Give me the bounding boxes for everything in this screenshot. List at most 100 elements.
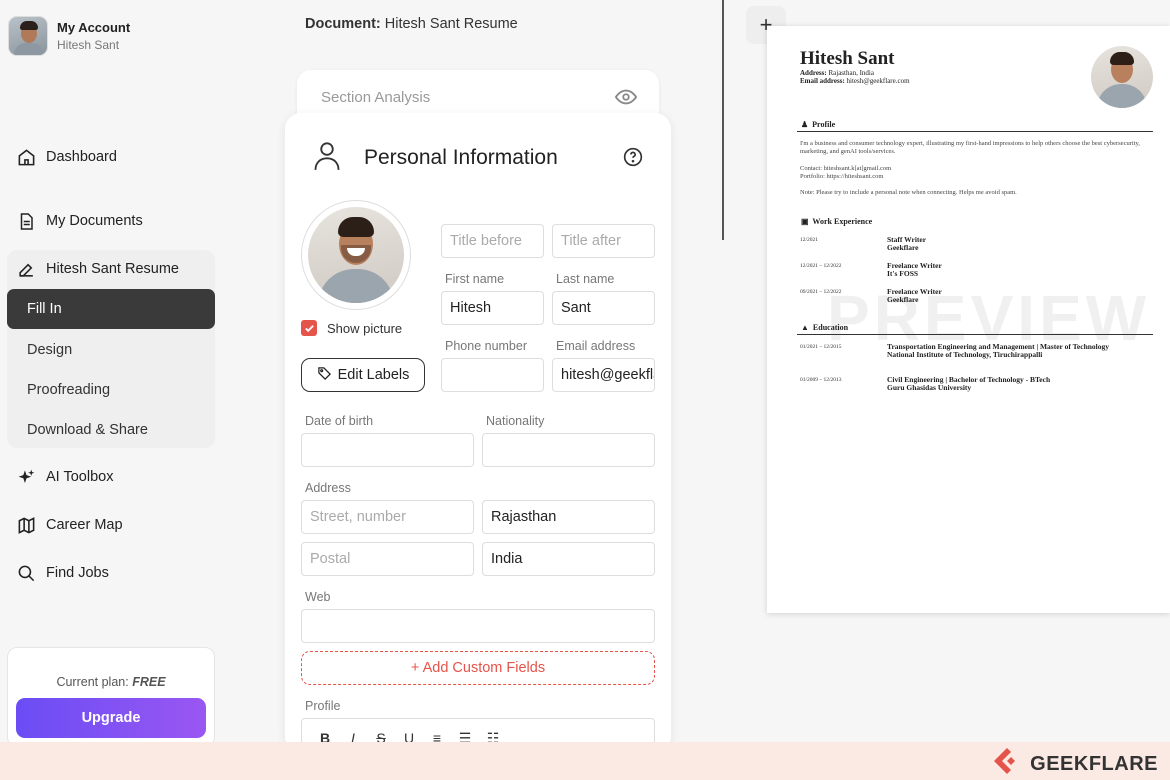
title-after-input[interactable]: Title after	[552, 224, 655, 258]
title-before-input[interactable]: Title before	[441, 224, 544, 258]
nav-design[interactable]: Design	[7, 330, 215, 370]
preview-name: Hitesh Sant	[800, 48, 895, 69]
web-input[interactable]	[301, 609, 655, 643]
graduation-cap-icon: ▲	[801, 323, 809, 332]
upgrade-button[interactable]: Upgrade	[16, 698, 206, 738]
preview-address-label: Address:	[800, 69, 827, 77]
preview-work-date: 12/2021	[800, 237, 819, 243]
nationality-input[interactable]	[482, 433, 655, 467]
preview-edu-date: 01/2009 – 12/2013	[800, 377, 842, 383]
email-label: Email address	[556, 339, 636, 353]
preview-email-label: Email address:	[800, 77, 845, 85]
dob-input[interactable]	[301, 433, 474, 467]
nav-find-jobs-label: Find Jobs	[46, 565, 109, 581]
preview-contact: Contact: hiteshsant.k[at]gmail.com	[800, 165, 892, 172]
preview-work-role: Freelance Writer It's FOSS	[887, 262, 1137, 278]
nationality-label: Nationality	[486, 414, 545, 428]
last-name-input[interactable]: Sant	[552, 291, 655, 325]
nav-dashboard-label: Dashboard	[46, 149, 117, 165]
nav-resume[interactable]: Hitesh Sant Resume	[16, 259, 179, 279]
preview-work-date: 09/2021 – 12/2022	[800, 289, 842, 295]
nav-resume-label: Hitesh Sant Resume	[46, 261, 179, 277]
profile-label: Profile	[305, 699, 341, 713]
preview-work-role: Freelance Writer Geekflare	[887, 288, 1137, 304]
nav-dashboard[interactable]: Dashboard	[16, 147, 117, 167]
preview-edu-school: Guru Ghasidas University	[887, 383, 972, 392]
preview-profile-text: I'm a business and consumer technology e…	[800, 140, 1140, 155]
nav-career-map[interactable]: Career Map	[16, 515, 123, 535]
document-icon	[16, 211, 36, 231]
preview-profile-heading: ♟ Profile	[797, 120, 1153, 132]
nav-ai-toolbox-label: AI Toolbox	[46, 469, 114, 485]
nav-proofreading[interactable]: Proofreading	[7, 370, 215, 410]
person-icon: ♟	[801, 120, 809, 129]
home-icon	[16, 147, 36, 167]
account-user: Hitesh Sant	[57, 38, 120, 52]
street-input[interactable]: Street, number	[301, 500, 474, 534]
postal-input[interactable]: Postal	[301, 542, 474, 576]
show-picture-toggle[interactable]: Show picture	[301, 320, 402, 336]
email-input[interactable]: hitesh@geekflare.com	[552, 358, 655, 392]
preview-edu-school: National Institute of Technology, Tiruch…	[887, 350, 1043, 359]
card-title: Personal Information	[364, 146, 558, 169]
help-icon[interactable]	[623, 147, 643, 172]
bottom-bar: GEEKFLARE	[0, 742, 1170, 780]
plan-label: Current plan:	[56, 675, 129, 689]
profile-photo[interactable]	[301, 200, 411, 310]
checkbox-checked[interactable]	[301, 320, 317, 336]
nav-career-map-label: Career Map	[46, 517, 123, 533]
current-plan: Current plan: FREE	[8, 675, 214, 689]
nav-ai-toolbox[interactable]: AI Toolbox	[16, 467, 113, 487]
first-name-input[interactable]: Hitesh	[441, 291, 544, 325]
preview-profile-heading-text: Profile	[812, 120, 836, 129]
add-custom-fields-button[interactable]: + Add Custom Fields	[301, 651, 655, 685]
document-name: Hitesh Sant Resume	[384, 16, 518, 32]
preview-email: Email address: hitesh@geekflare.com	[800, 77, 910, 85]
address-label: Address	[305, 481, 351, 495]
show-picture-label: Show picture	[327, 320, 403, 336]
nav-download-share[interactable]: Download & Share	[7, 410, 215, 450]
edit-labels-label: Edit Labels	[337, 367, 410, 383]
section-analysis-label: Section Analysis	[321, 89, 431, 106]
map-icon	[16, 515, 36, 535]
geekflare-logo-icon	[992, 746, 1022, 780]
preview-portfolio: Portfolio: https://hiteshsant.com	[800, 173, 884, 180]
account-title: My Account	[57, 20, 131, 35]
search-icon	[16, 563, 36, 583]
preview-work-org: Geekflare	[887, 295, 919, 304]
preview-education-heading: ▲ Education	[797, 323, 1153, 335]
country-input[interactable]: India	[482, 542, 655, 576]
preview-work-heading-text: Work Experience	[812, 217, 873, 226]
preview-edu-date: 01/2021 – 12/2015	[800, 344, 842, 350]
brand-name: GEEKFLARE	[1030, 752, 1158, 775]
sidebar: My Account Hitesh Sant Dashboard My Docu…	[0, 0, 225, 747]
panel-divider[interactable]	[722, 0, 724, 240]
brand-logo: GEEKFLARE	[992, 746, 1158, 780]
nav-fill-in[interactable]: Fill In	[7, 289, 215, 329]
nav-find-jobs[interactable]: Find Jobs	[16, 563, 109, 583]
document-title: Document: Hitesh Sant Resume	[305, 16, 518, 32]
nav-my-documents[interactable]: My Documents	[16, 211, 143, 231]
preview-note: Note: Please try to include a personal n…	[800, 189, 1017, 196]
edit-icon	[16, 259, 36, 279]
preview-work-role-title: Freelance Writer	[887, 287, 942, 296]
sparkle-icon	[16, 467, 36, 487]
preview-photo	[1091, 46, 1153, 108]
preview-work-role: Staff Writer Geekflare	[887, 236, 1137, 252]
preview-work-org: It's FOSS	[887, 269, 919, 278]
tag-icon	[317, 366, 332, 385]
phone-label: Phone number	[445, 339, 528, 353]
resume-preview[interactable]: PREVIEW Hitesh Sant Address: Rajasthan, …	[767, 26, 1170, 613]
web-label: Web	[305, 590, 331, 604]
preview-work-date: 12/2021 – 12/2022	[800, 263, 842, 269]
account-block[interactable]: My Account Hitesh Sant	[8, 16, 130, 56]
phone-input[interactable]	[441, 358, 544, 392]
briefcase-icon: ▣	[801, 217, 809, 226]
preview-work-role-title: Staff Writer	[887, 235, 927, 244]
nav-my-documents-label: My Documents	[46, 213, 143, 229]
edit-labels-button[interactable]: Edit Labels	[301, 358, 425, 392]
state-input[interactable]: Rajasthan	[482, 500, 655, 534]
plan-card: Current plan: FREE Upgrade	[7, 647, 215, 747]
eye-icon[interactable]	[614, 86, 638, 113]
document-label: Document:	[305, 16, 381, 32]
